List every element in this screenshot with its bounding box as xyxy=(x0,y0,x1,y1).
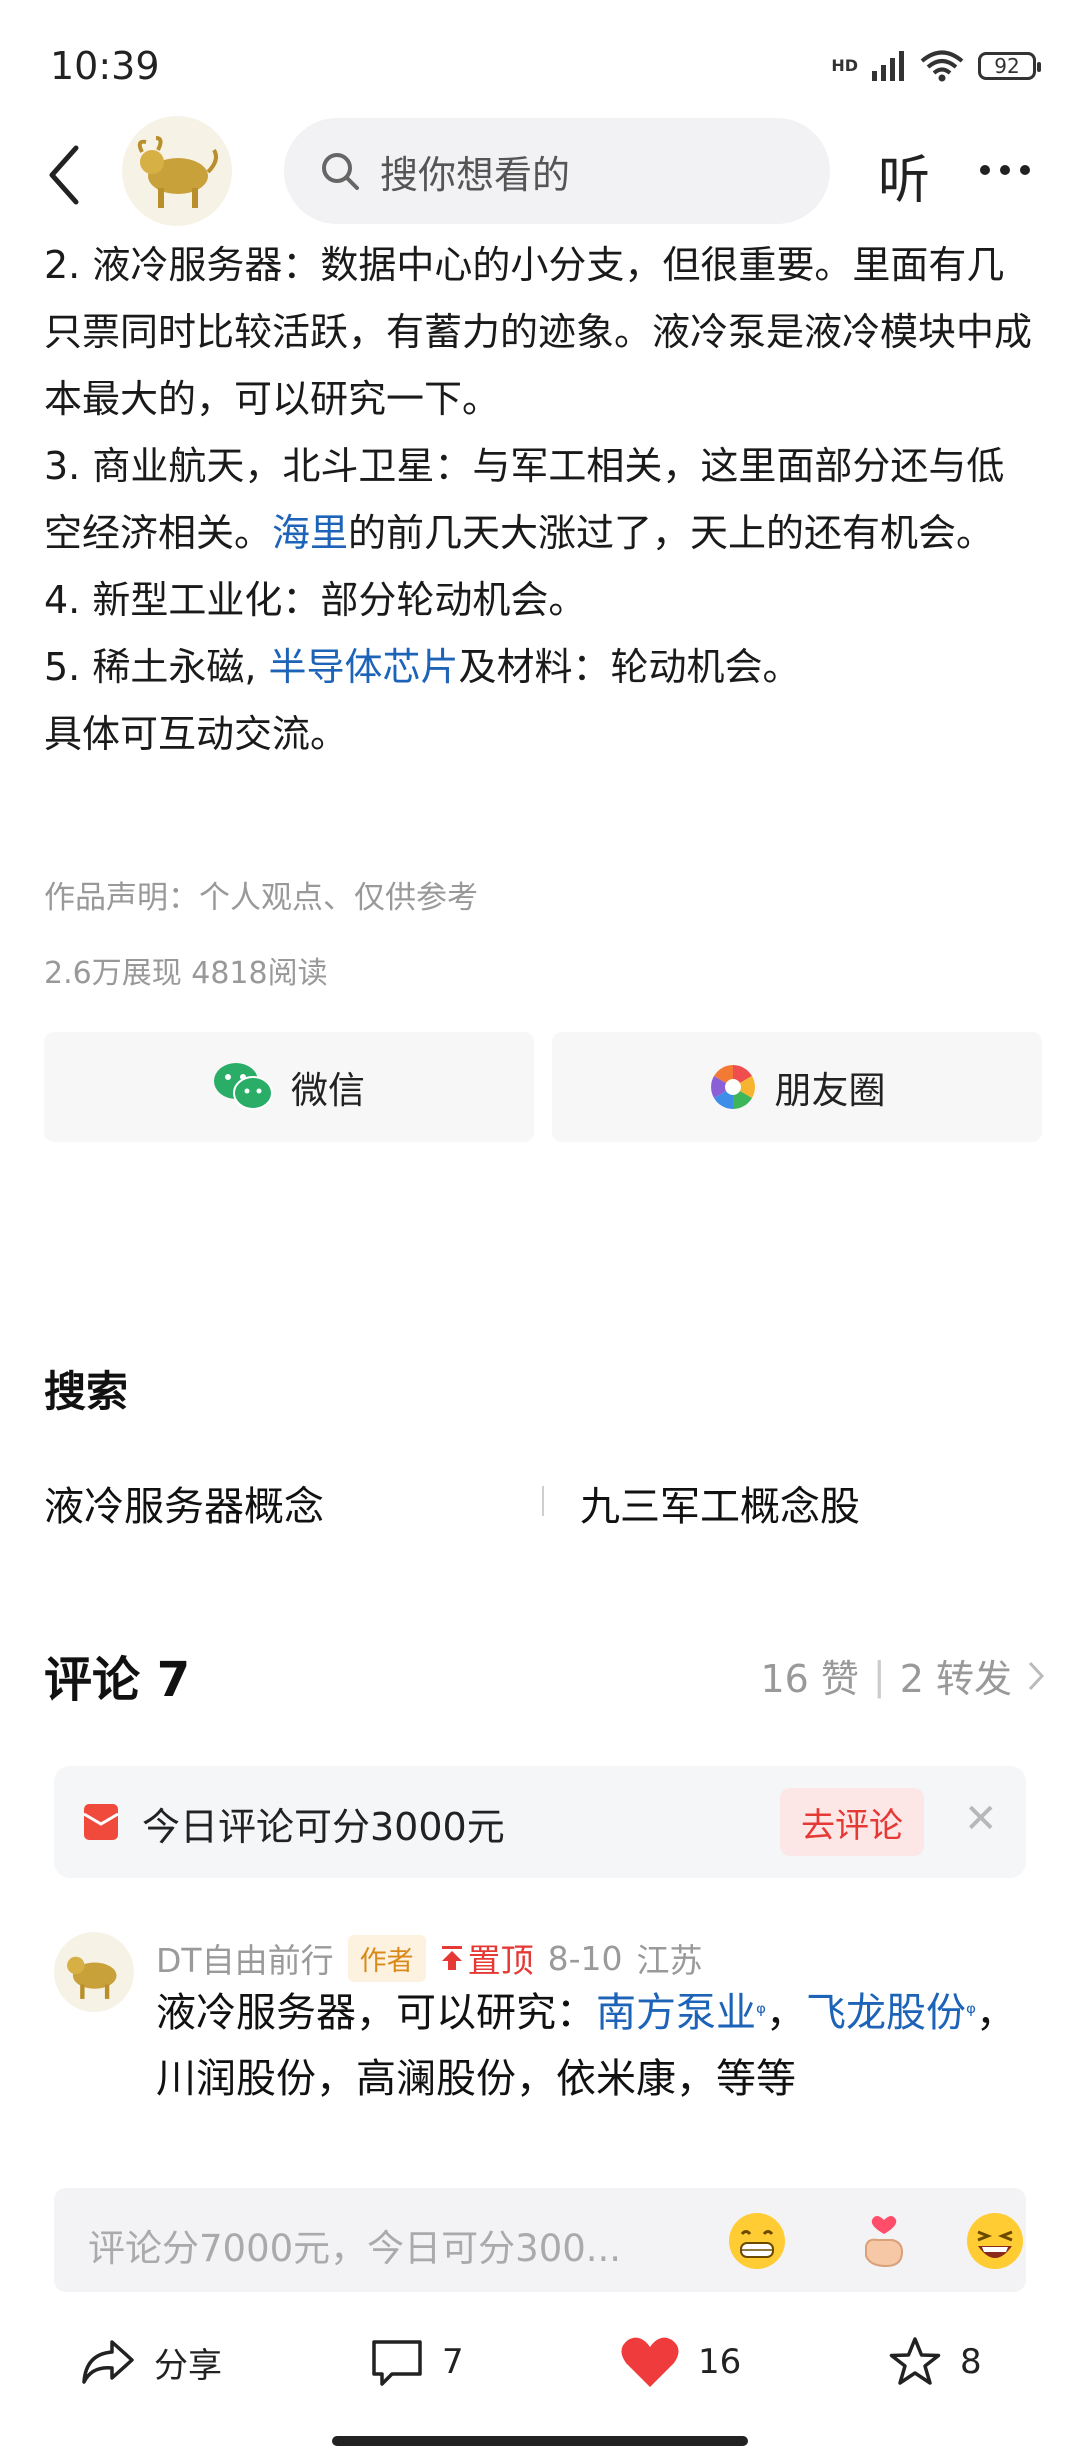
share-wechat-button[interactable]: 微信 xyxy=(44,1032,534,1142)
article-statement: 作品声明：个人观点、仅供参考 xyxy=(44,880,478,916)
laugh-emoji-icon[interactable] xyxy=(964,2210,1026,2272)
share-moments-label: 朋友圈 xyxy=(774,1069,886,1112)
share-label: 分享 xyxy=(154,2345,222,2386)
signal-icon xyxy=(872,51,904,81)
battery-indicator: 92 xyxy=(978,52,1041,80)
article-paragraph: 3. 商业航天，北斗卫星：与军工相关，这里面部分还与低空经济相关。海里的前几天大… xyxy=(44,444,1005,555)
stock-link[interactable]: 海里 xyxy=(272,511,348,555)
star-icon xyxy=(889,2337,941,2385)
comment-meta: DT自由前行 作者 置顶 8-10 江苏 xyxy=(156,1934,702,1982)
grin-emoji-icon[interactable] xyxy=(726,2210,788,2272)
banner-text: 今日评论可分3000元 xyxy=(142,1805,505,1849)
comment-date: 8-10 xyxy=(547,1938,623,1978)
comment-input-placeholder: 评论分7000元，今日可分300... xyxy=(88,2227,622,2270)
likes-count: 16 赞 xyxy=(760,1657,859,1701)
close-icon[interactable]: ✕ xyxy=(964,1796,998,1842)
share-wechat-label: 微信 xyxy=(291,1069,365,1112)
comment-button[interactable]: 7 xyxy=(370,2322,464,2402)
comments-title: 评论 7 xyxy=(44,1652,191,1708)
finger-heart-emoji-icon[interactable] xyxy=(854,2210,916,2272)
comment-count: 7 xyxy=(442,2342,464,2382)
divider: | xyxy=(872,1653,886,1698)
status-icons: HD 92 xyxy=(831,50,1041,82)
home-indicator[interactable] xyxy=(332,2436,748,2446)
pinned-badge: 置顶 xyxy=(440,1934,534,1982)
like-count: 16 xyxy=(698,2342,742,2382)
wifi-icon xyxy=(920,50,964,82)
search-icon xyxy=(322,153,359,190)
search-section-title: 搜索 xyxy=(44,1367,129,1416)
stock-link[interactable]: 南方泵业 xyxy=(596,1990,756,2036)
bull-logo-icon xyxy=(137,136,218,208)
share-icon xyxy=(82,2340,134,2384)
like-button[interactable]: 16 xyxy=(620,2322,741,2402)
avatar[interactable] xyxy=(54,1932,134,2012)
comment-location: 江苏 xyxy=(636,1941,703,1980)
pin-icon xyxy=(441,1946,462,1970)
article-stats: 2.6万展现 4818阅读 xyxy=(44,956,328,991)
share-button[interactable]: 分享 xyxy=(80,2322,222,2402)
author-avatar[interactable] xyxy=(122,116,232,226)
heart-icon xyxy=(621,2337,679,2387)
more-menu-icon[interactable] xyxy=(980,150,1040,190)
moments-icon xyxy=(710,1065,755,1109)
divider xyxy=(542,1486,544,1516)
search-suggestion-link[interactable]: 九三军工概念股 xyxy=(580,1474,860,1532)
article-paragraph: 2. 液冷服务器：数据中心的小分支，但很重要。里面有几只票同时比较活跃，有蓄力的… xyxy=(44,243,1033,421)
reposts-count: 2 转发 xyxy=(899,1657,1012,1701)
wechat-icon xyxy=(214,1063,273,1110)
chevron-right-icon xyxy=(1028,1661,1045,1690)
hd-icon: HD xyxy=(831,56,858,75)
status-time: 10:39 xyxy=(50,44,160,88)
stock-link[interactable]: 飞龙股份 xyxy=(806,1990,966,2036)
comment-reward-banner: 今日评论可分3000元 去评论 ✕ xyxy=(54,1766,1026,1878)
author-tag: 作者 xyxy=(347,1934,426,1982)
back-arrow-icon[interactable] xyxy=(40,140,90,210)
search-icon: ᵠ xyxy=(756,1999,766,2027)
search-placeholder: 搜你想看的 xyxy=(380,152,571,197)
article-paragraph: 5. 稀土永磁, 半导体芯片及材料：轮动机会。 xyxy=(44,645,801,689)
bull-logo-icon xyxy=(67,1956,117,1999)
comment-text: 液冷服务器，可以研究：南方泵业ᵠ，飞龙股份ᵠ，川润股份，高澜股份，依米康，等等 xyxy=(156,1990,1016,2102)
search-input[interactable]: 搜你想看的 xyxy=(284,118,830,224)
comment-input[interactable]: 评论分7000元，今日可分300... xyxy=(54,2188,1026,2292)
search-icon: ᵠ xyxy=(965,1999,976,2027)
share-moments-button[interactable]: 朋友圈 xyxy=(552,1032,1042,1142)
listen-button[interactable]: 听 xyxy=(878,138,930,213)
article-paragraph: 4. 新型工业化：部分轮动机会。 xyxy=(44,578,587,622)
red-envelope-icon xyxy=(83,1804,119,1840)
article-paragraph: 具体可互动交流。 xyxy=(44,712,349,756)
comment-author[interactable]: DT自由前行 xyxy=(156,1934,334,1982)
go-comment-button[interactable]: 去评论 xyxy=(780,1788,924,1856)
article-body: 2. 液冷服务器：数据中心的小分支，但很重要。里面有几只票同时比较活跃，有蓄力的… xyxy=(44,232,1034,768)
search-suggestion-link[interactable]: 液冷服务器概念 xyxy=(44,1474,324,1532)
comments-stats[interactable]: 16 赞 | 2 转发 xyxy=(760,1648,1046,1703)
favorite-button[interactable]: 8 xyxy=(888,2322,982,2402)
comment-icon xyxy=(372,2340,422,2386)
favorite-count: 8 xyxy=(960,2342,982,2382)
topic-link[interactable]: 半导体芯片 xyxy=(269,645,459,689)
